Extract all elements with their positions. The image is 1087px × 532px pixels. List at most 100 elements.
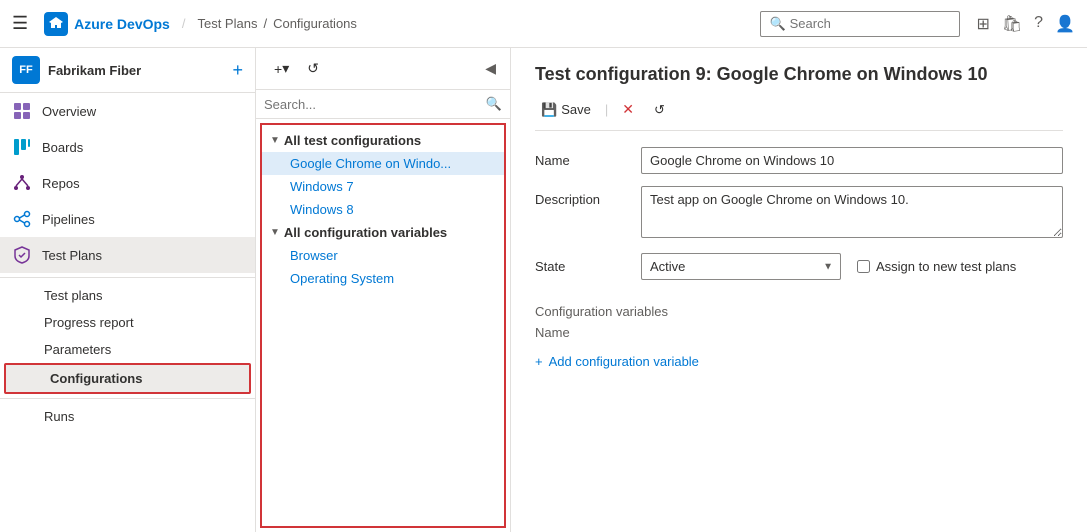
app-name: Azure DevOps [74, 16, 170, 32]
sidebar-item-pipelines[interactable]: Pipelines [0, 201, 255, 237]
sidebar-sub-configurations[interactable]: Configurations [4, 363, 251, 394]
overview-icon [12, 101, 32, 121]
search-icon: 🔍 [486, 96, 502, 112]
state-field: Active Inactive ▼ Assign to new test pla… [641, 253, 1063, 292]
tree-item-label-browser: Browser [290, 248, 338, 263]
config-vars-name-header: Name [535, 325, 1063, 340]
boards-icon [12, 137, 32, 157]
tree-item-label-os: Operating System [290, 271, 394, 286]
description-field-row: Description Test app on Google Chrome on… [535, 186, 1063, 241]
top-nav: ☰ Azure DevOps / Test Plans / Configurat… [0, 0, 1087, 48]
detail-refresh-button[interactable]: ↺ [648, 98, 671, 122]
tree-item-label-win7: Windows 7 [290, 179, 354, 194]
help-icon[interactable]: ? [1034, 14, 1043, 34]
description-field: Test app on Google Chrome on Windows 10. [641, 186, 1063, 241]
main-layout: FF Fabrikam Fiber + Overview Boards Repo… [0, 48, 1087, 532]
tree-container: ▼ All test configurations Google Chrome … [260, 123, 506, 528]
sidebar-item-boards[interactable]: Boards [0, 129, 255, 165]
sidebar-item-overview[interactable]: Overview [0, 93, 255, 129]
state-label: State [535, 253, 625, 274]
tree-group-vars: ▼ All configuration variables Browser Op… [262, 221, 504, 290]
assign-label: Assign to new test plans [876, 259, 1016, 274]
logo-icon [44, 12, 68, 36]
sidebar-label-boards: Boards [42, 140, 83, 155]
sidebar-item-testplans[interactable]: Test Plans [0, 237, 255, 273]
tree-item-win8[interactable]: Windows 8 [262, 198, 504, 221]
sidebar-divider-2 [0, 398, 255, 399]
name-field-row: Name [535, 147, 1063, 174]
sidebar-item-repos[interactable]: Repos [0, 165, 255, 201]
add-dropdown-icon: ▾ [282, 60, 289, 77]
add-org-button[interactable]: + [232, 60, 243, 81]
state-field-row: State Active Inactive ▼ Assign to new te… [535, 253, 1063, 292]
config-vars-section: Configuration variables Name + Add confi… [535, 304, 1063, 375]
assign-checkbox-label[interactable]: Assign to new test plans [857, 259, 1016, 274]
grid-icon[interactable]: ⊞ [976, 14, 989, 34]
tree-group-configs: ▼ All test configurations Google Chrome … [262, 129, 504, 221]
collapse-button[interactable]: ◀ [483, 58, 498, 79]
close-button[interactable]: ✕ [616, 97, 640, 122]
sidebar-sub-label-testplans: Test plans [44, 288, 103, 303]
refresh-button[interactable]: ↺ [301, 56, 325, 81]
description-input[interactable]: Test app on Google Chrome on Windows 10. [641, 186, 1063, 238]
description-label: Description [535, 186, 625, 207]
tree-item-browser[interactable]: Browser [262, 244, 504, 267]
sidebar-sub-label-configurations: Configurations [50, 371, 142, 386]
repos-icon [12, 173, 32, 193]
add-config-var-button[interactable]: + Add configuration variable [535, 348, 699, 375]
sidebar-sub-label-progress: Progress report [44, 315, 134, 330]
tree-item-os[interactable]: Operating System [262, 267, 504, 290]
tree-item-label-win8: Windows 8 [290, 202, 354, 217]
chevron-down-icon-2: ▼ [270, 227, 280, 238]
add-var-icon: + [535, 354, 543, 369]
detail-panel: Test configuration 9: Google Chrome on W… [511, 48, 1087, 532]
org-avatar: FF [12, 56, 40, 84]
user-icon[interactable]: 👤 [1055, 14, 1075, 34]
search-input[interactable] [790, 16, 952, 31]
org-header: FF Fabrikam Fiber + [0, 48, 255, 93]
add-button[interactable]: + ▾ [268, 56, 295, 81]
tree-group-header-configs[interactable]: ▼ All test configurations [262, 129, 504, 152]
name-input[interactable] [641, 147, 1063, 174]
sidebar-label-pipelines: Pipelines [42, 212, 95, 227]
state-select[interactable]: Active Inactive [641, 253, 841, 280]
app-logo: Azure DevOps [44, 12, 170, 36]
save-button[interactable]: 💾 Save [535, 98, 597, 122]
toolbar-separator-1: | [605, 102, 608, 117]
hamburger-icon[interactable]: ☰ [12, 13, 28, 34]
config-vars-title: Configuration variables [535, 304, 1063, 319]
middle-search-input[interactable] [264, 97, 480, 112]
pipelines-icon [12, 209, 32, 229]
sidebar-sub-parameters[interactable]: Parameters [0, 336, 255, 363]
breadcrumb-configurations: Configurations [273, 16, 357, 31]
tree-group-label-configs: All test configurations [284, 133, 421, 148]
detail-title: Test configuration 9: Google Chrome on W… [535, 64, 1063, 85]
sidebar-divider-1 [0, 277, 255, 278]
detail-toolbar: 💾 Save | ✕ ↺ [535, 97, 1063, 131]
tree-item-label-chrome: Google Chrome on Windo... [290, 156, 451, 171]
sidebar-sub-progress[interactable]: Progress report [0, 309, 255, 336]
detail-refresh-icon: ↺ [654, 102, 665, 118]
add-icon: + [274, 61, 282, 77]
chevron-down-icon: ▼ [270, 135, 280, 146]
tree-item-win7[interactable]: Windows 7 [262, 175, 504, 198]
sidebar-label-repos: Repos [42, 176, 80, 191]
sidebar-label-testplans: Test Plans [42, 248, 102, 263]
close-icon: ✕ [622, 101, 634, 118]
refresh-icon: ↺ [307, 60, 319, 77]
tree-group-label-vars: All configuration variables [284, 225, 447, 240]
assign-checkbox[interactable] [857, 260, 870, 273]
name-label: Name [535, 147, 625, 168]
breadcrumb-testplans[interactable]: Test Plans [197, 16, 257, 31]
bag-icon[interactable]: 🛍 [1002, 14, 1022, 34]
sidebar-label-overview: Overview [42, 104, 96, 119]
sidebar-sub-runs[interactable]: Runs [0, 403, 255, 430]
save-icon: 💾 [541, 102, 557, 118]
breadcrumb-separator-1: / [182, 16, 186, 31]
tree-group-header-vars[interactable]: ▼ All configuration variables [262, 221, 504, 244]
sidebar-sub-testplans[interactable]: Test plans [0, 282, 255, 309]
org-abbr: FF [19, 64, 32, 76]
tree-item-chrome[interactable]: Google Chrome on Windo... [262, 152, 504, 175]
global-search[interactable]: 🔍 [760, 11, 960, 37]
name-field [641, 147, 1063, 174]
